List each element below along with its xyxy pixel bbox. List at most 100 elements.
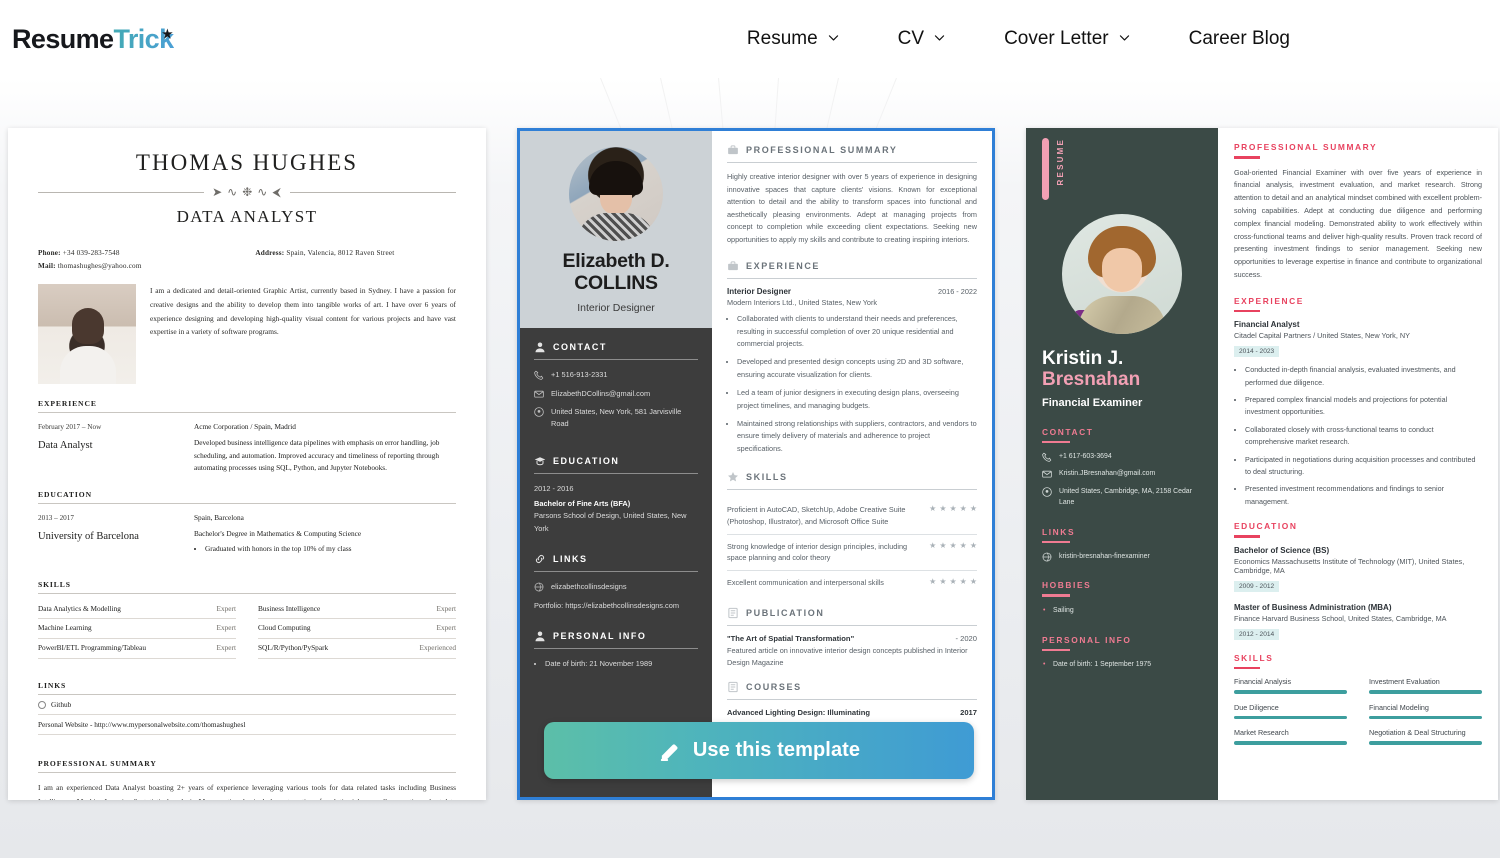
link-label: Personal Website - http://www.mypersonal… — [38, 720, 246, 730]
resume-preview-elizabeth: Elizabeth D. COLLINS Interior Designer C… — [520, 131, 992, 797]
phone-icon — [534, 370, 544, 380]
skill-name: Business Intelligence — [258, 603, 321, 613]
star-icon — [727, 471, 739, 483]
nav-item-cover-letter[interactable]: Cover Letter — [1004, 28, 1131, 50]
link-item[interactable]: elizabethcollinsdesigns — [534, 581, 698, 593]
section-heading-courses: COURSES — [727, 681, 977, 693]
skill-name: Financial Analysis — [1234, 677, 1292, 687]
section-heading-professional-summary: PROFESSIONAL SUMMARY — [1234, 142, 1378, 152]
section-heading-personal-info: PERSONAL INFO — [534, 630, 698, 642]
phone-icon — [1042, 452, 1052, 462]
nav-item-career-blog[interactable]: Career Blog — [1189, 28, 1290, 50]
accent-bar — [1042, 138, 1049, 200]
list-item: Date of birth: 1 September 1975 — [1043, 659, 1202, 671]
nav-item-cv[interactable]: CV — [898, 28, 946, 50]
template-card-kristin[interactable]: RESUME Kristin J. Bresnahan Financial Ex… — [1026, 128, 1498, 800]
link-row[interactable]: Github — [38, 695, 456, 716]
site-header: Resume Trick ★ Resume CV Cover Letter Car… — [0, 0, 1500, 78]
links-heading-label: LINKS — [553, 553, 588, 564]
contact-email: ElizabethDCollins@gmail.com — [551, 388, 651, 398]
experience-row: February 2017 – Now Data Analyst Acme Co… — [38, 421, 456, 475]
section-heading-skills: SKILLS — [38, 580, 456, 594]
section-heading-links: LINKS — [38, 681, 456, 696]
chevron-down-icon — [1118, 31, 1131, 44]
section-heading-links: LINKS — [1042, 526, 1076, 537]
star-rating: ★ ★ ★ ★ ★ — [929, 540, 977, 550]
personal-info-list: Date of birth: 21 November 1989 — [545, 658, 698, 671]
resume-job-title: Interior Designer — [577, 301, 655, 314]
publication-entry-header: "The Art of Spatial Transformation" - 20… — [727, 634, 977, 643]
summary-heading-label: PROFESSIONAL SUMMARY — [746, 145, 898, 155]
skill-name: PowerBI/ETL Programming/Tableau — [38, 643, 147, 653]
skill-row: Data Analytics & Modelling Expert — [38, 600, 236, 620]
book-icon — [727, 607, 739, 619]
course-entry: Advanced Lighting Design: Illuminating 2… — [727, 708, 977, 717]
education-school: Economics Massachusetts Institute of Tec… — [1234, 556, 1465, 575]
list-item: Conducted in-depth financial analysis, e… — [1245, 364, 1482, 389]
divider — [1042, 648, 1070, 652]
section-heading-education: EDUCATION — [38, 490, 456, 505]
skill-bar — [1234, 690, 1347, 694]
use-this-template-button[interactable]: Use this template — [544, 722, 974, 779]
nav-label-career-blog: Career Blog — [1188, 28, 1290, 49]
divider — [534, 647, 698, 649]
skill-bar — [1369, 715, 1482, 720]
github-icon — [38, 700, 46, 709]
ornament-divider: ➤ ∿ ❉ ∿ ⮜ — [38, 185, 456, 200]
skill-row: Market Research — [1234, 728, 1347, 745]
contact-address: United States, New York, 581 Jarvisville… — [551, 407, 682, 429]
skill-row: Due Diligence — [1234, 703, 1347, 720]
list-item: Collaborated closely with cross-function… — [1245, 424, 1482, 449]
template-card-elizabeth-selected[interactable]: Elizabeth D. COLLINS Interior Designer C… — [517, 128, 995, 800]
photo-and-summary: I am a dedicated and detail-oriented Gra… — [38, 284, 456, 385]
skill-name: Investment Evaluation — [1369, 677, 1440, 687]
skill-name: Due Diligence — [1234, 702, 1279, 712]
education-dates-badge: 2012 - 2014 — [1234, 628, 1280, 640]
mail-icon — [1042, 469, 1052, 479]
divider — [534, 473, 698, 475]
education-degree: Bachelor's Degree in Mathematics & Compu… — [194, 529, 362, 539]
contact-phone: +1 516-913-2331 — [551, 369, 608, 379]
avatar — [569, 147, 663, 241]
skill-row: Machine Learning Expert — [38, 619, 236, 640]
publication-heading-label: PUBLICATION — [746, 607, 825, 618]
section-experience: EXPERIENCE February 2017 – Now Data Anal… — [38, 399, 456, 475]
education-bullet: Graduated with honors in the top 10% of … — [205, 543, 456, 556]
avatar — [38, 284, 136, 385]
mail-value: thomashughes@yahoo.com — [57, 261, 142, 270]
list-item: Developed and presented design concepts … — [737, 356, 977, 381]
section-heading-skills: SKILLS — [1234, 652, 1274, 663]
divider — [534, 358, 698, 360]
list-item: Presented investment recommendations and… — [1245, 483, 1482, 508]
contact-item: United States, New York, 581 Jarvisville… — [534, 406, 698, 430]
skill-bar — [1369, 741, 1482, 745]
skill-name: Financial Modeling — [1369, 702, 1429, 712]
link-row[interactable]: Personal Website - http://www.mypersonal… — [38, 715, 456, 736]
use-this-template-label: Use this template — [692, 739, 861, 761]
education-entry: Master of Business Administration (MBA) … — [1234, 603, 1482, 641]
divider — [727, 278, 977, 280]
nav-item-resume[interactable]: Resume — [747, 28, 840, 50]
resume-summary: I am a dedicated and detail-oriented Gra… — [150, 286, 456, 337]
portfolio-link[interactable]: Portfolio: https://elizabethcollinsdesig… — [534, 600, 698, 612]
skill-level: Expert — [436, 603, 456, 613]
template-card-classic-serif[interactable]: THOMAS HUGHES ➤ ∿ ❉ ∿ ⮜ DATA ANALYST Pho… — [8, 128, 486, 800]
resume-job-title: Financial Examiner — [1042, 396, 1143, 409]
contact-item: ElizabethDCollins@gmail.com — [534, 388, 698, 400]
skill-name: Market Research — [1234, 728, 1289, 738]
logo[interactable]: Resume Trick ★ — [12, 24, 174, 55]
divider — [727, 624, 977, 626]
resume-main-column: PROFESSIONAL SUMMARY Goal-oriented Finan… — [1218, 128, 1498, 800]
globe-icon — [1042, 552, 1052, 562]
link-item[interactable]: kristin-bresnahan-finexaminer — [1042, 551, 1202, 562]
section-heading-personal-info: PERSONAL INFO — [1042, 634, 1132, 645]
resume-preview-classic: THOMAS HUGHES ➤ ∿ ❉ ∿ ⮜ DATA ANALYST Pho… — [8, 128, 486, 800]
ornament-glyph: ➤ ∿ ❉ ∿ ⮜ — [212, 185, 282, 199]
phone-value: +34 039-283-7548 — [62, 249, 120, 257]
publication-year: - 2020 — [955, 633, 977, 643]
address-value: Spain, Valencia, 8012 Raven Street — [286, 249, 395, 257]
pencil-icon — [658, 739, 681, 762]
skill-row: Financial Modeling — [1369, 703, 1482, 720]
skill-bar — [1369, 690, 1482, 694]
section-heading-publication: PUBLICATION — [727, 607, 977, 619]
